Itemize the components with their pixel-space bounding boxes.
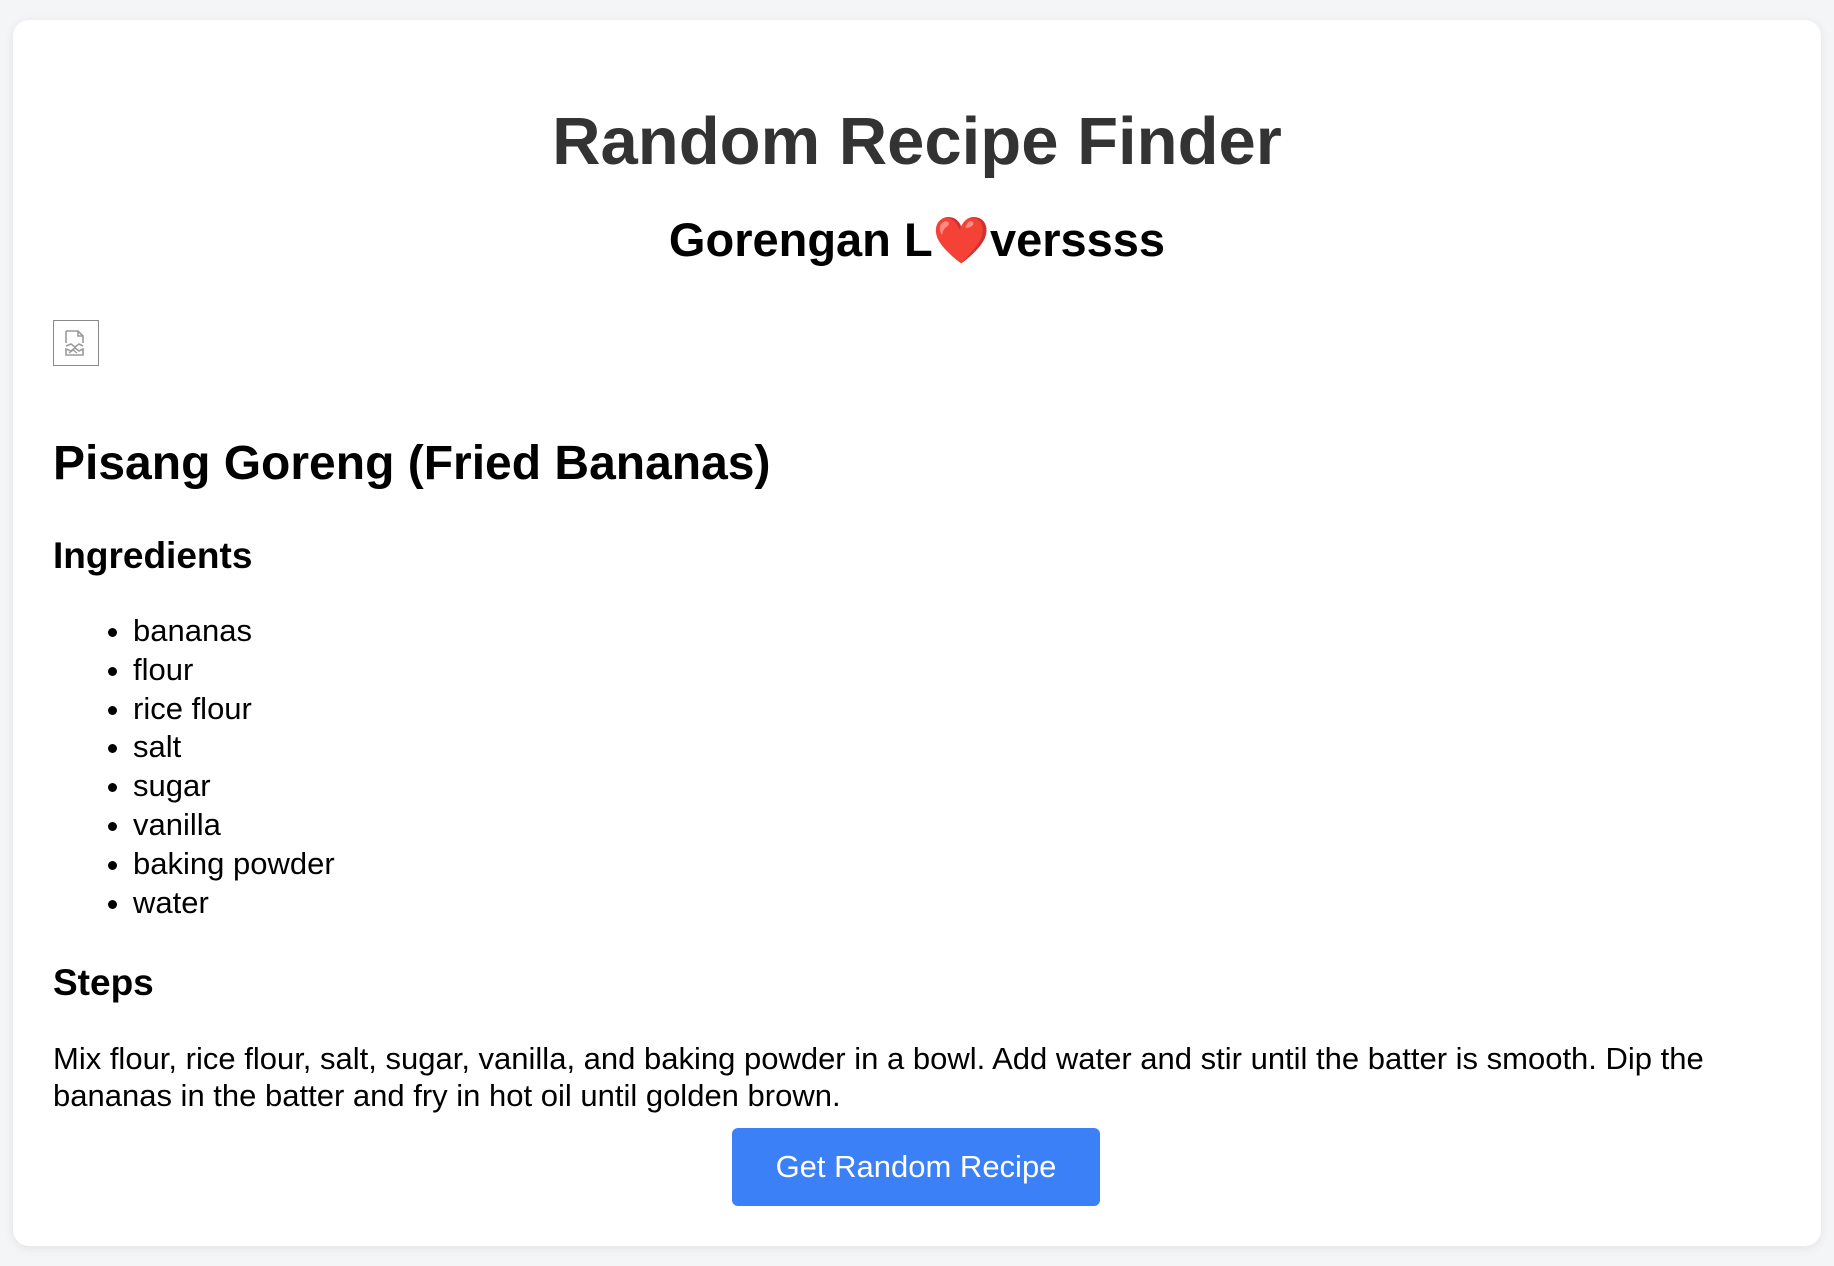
broken-image-icon [65,330,84,356]
ingredient-item: vanilla [133,806,335,845]
recipe-name: Pisang Goreng (Fried Bananas) [53,437,771,490]
page-subtitle: Gorengan L❤️verssss [13,216,1821,263]
ingredients-heading: Ingredients [53,535,253,576]
ingredients-list: bananas flour rice flour salt sugar vani… [53,612,335,922]
heart-icon: ❤️ [932,214,990,266]
ingredient-item: salt [133,728,335,767]
ingredient-item: baking powder [133,845,335,884]
subtitle-text-end: verssss [989,213,1166,266]
page-title: Random Recipe Finder [552,104,1282,179]
ingredient-item: water [133,884,335,923]
ingredient-item: sugar [133,767,335,806]
ingredient-item: flour [133,651,335,690]
recipe-card: Random Recipe Finder Gorengan L❤️verssss… [13,20,1821,1246]
recipe-image [53,320,99,366]
ingredient-item: bananas [133,612,335,651]
ingredient-item: rice flour [133,690,335,729]
get-random-recipe-button[interactable]: Get Random Recipe [732,1128,1100,1206]
subtitle-text-start: Gorengan L [668,213,933,266]
steps-heading: Steps [53,962,154,1003]
steps-text: Mix flour, rice flour, salt, sugar, vani… [53,1041,1704,1113]
